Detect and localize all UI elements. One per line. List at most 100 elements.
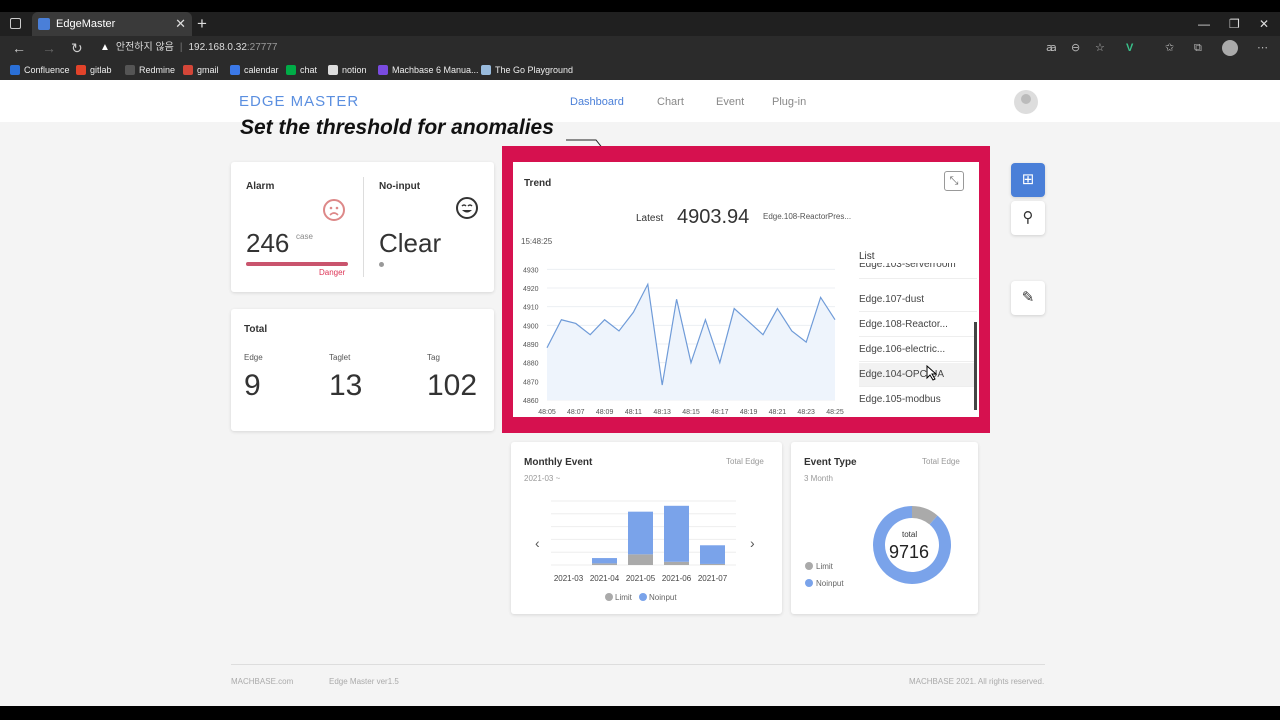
minimize-icon[interactable]: — xyxy=(1198,12,1210,36)
trend-chart[interactable]: 4930 4920 4910 4900 4890 4880 4870 4860 48:05 48:… xyxy=(513,252,853,417)
url-separator: | xyxy=(179,42,183,53)
footer-site[interactable]: MACHBASE.com xyxy=(231,677,293,686)
list-item[interactable]: Edge.106-electric... xyxy=(859,338,977,362)
minimize-chart-icon[interactable]: ⤡ xyxy=(944,171,964,191)
legend-limit-dot xyxy=(805,562,813,570)
url-field[interactable]: ▲ 안전하지 않음 | 192.168.0.32:27777 xyxy=(100,38,1110,58)
x-tick-label: 48:09 xyxy=(596,409,614,416)
sitemap-icon: ⊞ xyxy=(1021,171,1035,188)
gitlab-icon xyxy=(76,65,86,75)
browser-tab-bar: EdgeMaster ✕ + — ❐ ✕ xyxy=(0,12,1280,36)
nav-plugin[interactable]: Plug-in xyxy=(772,96,806,108)
close-tab-icon[interactable]: ✕ xyxy=(175,12,186,36)
profile-icon[interactable] xyxy=(1222,40,1238,56)
x-tick-label: 48:23 xyxy=(797,409,815,416)
footer-version: Edge Master ver1.5 xyxy=(329,677,399,686)
favorites-icon[interactable]: ✩ xyxy=(1165,36,1174,60)
list-item[interactable]: Edge.105-modbus xyxy=(859,388,977,412)
bookmark-machbase[interactable]: Machbase 6 Manua... xyxy=(378,60,479,80)
back-icon[interactable]: ← xyxy=(12,36,26,60)
zoom-icon[interactable]: ⊖ xyxy=(1071,36,1080,60)
refresh-icon[interactable]: ↻ xyxy=(71,36,83,60)
restore-icon[interactable]: ❐ xyxy=(1229,12,1240,36)
tab-title: EdgeMaster xyxy=(56,18,116,30)
prev-icon[interactable]: ‹ xyxy=(535,535,540,551)
list-item[interactable]: Edge.103-serverroom xyxy=(859,263,977,279)
monthly-right-label: Total Edge xyxy=(726,457,764,466)
x-tick-label: 48:25 xyxy=(826,409,844,416)
total-taglet-value: 13 xyxy=(329,369,363,402)
bar-limit xyxy=(628,554,653,565)
favicon-icon xyxy=(38,18,50,30)
alarm-progress-track xyxy=(246,262,348,266)
x-tick-label: 48:21 xyxy=(769,409,787,416)
bookmark-chat[interactable]: chat xyxy=(286,60,317,80)
browser-tab[interactable]: EdgeMaster ✕ xyxy=(32,12,192,36)
legend-noinput: Noinput xyxy=(816,579,844,588)
x-category-label: 2021-07 xyxy=(698,574,728,583)
app-logo[interactable]: EDGE MASTER xyxy=(239,93,359,110)
monthly-title: Monthly Event xyxy=(524,457,593,468)
x-tick-label: 48:15 xyxy=(682,409,700,416)
total-edge-label: Edge xyxy=(244,353,263,362)
calendar-icon xyxy=(230,65,240,75)
bar-noinput xyxy=(700,545,725,564)
x-category-label: 2021-03 xyxy=(554,574,584,583)
favorite-add-icon[interactable]: ☆ xyxy=(1095,36,1105,60)
bar-noinput xyxy=(592,558,617,564)
url-host: 192.168.0.32 xyxy=(188,42,247,53)
location-button[interactable]: ⚲ xyxy=(1011,201,1045,235)
list-item[interactable]: Edge.104-OPC-UA xyxy=(859,363,977,387)
next-icon[interactable]: › xyxy=(750,535,755,551)
legend-noinput-dot xyxy=(639,593,647,601)
bookmark-confluence[interactable]: Confluence xyxy=(10,60,70,80)
legend-noinput-dot xyxy=(805,579,813,587)
topology-button[interactable]: ⊞ xyxy=(1011,163,1045,197)
x-category-label: 2021-04 xyxy=(590,574,620,583)
bookmark-redmine[interactable]: Redmine xyxy=(125,60,175,80)
bookmark-gitlab[interactable]: gitlab xyxy=(76,60,112,80)
more-icon[interactable]: ⋯ xyxy=(1257,36,1268,60)
tab-actions-icon[interactable] xyxy=(10,18,21,29)
smile-face-icon xyxy=(456,197,478,219)
legend-noinput: Noinput xyxy=(649,593,677,602)
add-edit-icon: ✎ xyxy=(1021,289,1035,306)
list-item[interactable]: Edge.108-Reactor... xyxy=(859,313,977,337)
security-warning: 안전하지 않음 xyxy=(115,42,174,53)
bar-limit xyxy=(664,561,689,565)
list-item[interactable]: Edge.107-dust xyxy=(859,288,977,312)
forward-icon[interactable]: → xyxy=(42,36,56,60)
url-port: :27777 xyxy=(246,42,278,53)
bookmark-go-playground[interactable]: The Go Playground xyxy=(481,60,573,80)
event-type-card: Event Type 3 Month Total Edge total 9716… xyxy=(791,442,978,614)
close-window-icon[interactable]: ✕ xyxy=(1259,12,1269,36)
vue-extension-icon[interactable]: V xyxy=(1126,36,1133,60)
user-avatar[interactable] xyxy=(1014,90,1038,114)
list-title: List xyxy=(859,251,875,262)
map-pin-icon: ⚲ xyxy=(1022,209,1034,226)
nav-dashboard[interactable]: Dashboard xyxy=(570,96,624,108)
monthly-chart: 2021-03 2021-04 2021-05 2021-06 2021-07 xyxy=(551,500,736,583)
bottom-black-bar xyxy=(0,706,1280,720)
y-tick-label: 4890 xyxy=(523,342,539,349)
total-title: Total xyxy=(244,324,268,335)
read-aloud-icon[interactable]: ꜳ xyxy=(1046,36,1057,60)
warning-icon: ▲ xyxy=(100,42,110,53)
x-tick-label: 48:19 xyxy=(740,409,758,416)
nav-chart[interactable]: Chart xyxy=(657,96,684,108)
sad-face-glyph xyxy=(329,206,339,216)
collections-icon[interactable]: ⧉ xyxy=(1194,36,1202,60)
bookmark-notion[interactable]: notion xyxy=(328,60,367,80)
total-edge-value: 9 xyxy=(244,369,261,402)
y-tick-label: 4910 xyxy=(523,305,539,312)
tag-list-panel[interactable]: List Edge.103-serverroom Edge.107-dust E… xyxy=(852,248,977,410)
bookmark-calendar[interactable]: calendar xyxy=(230,60,279,80)
add-edit-button[interactable]: ✎ xyxy=(1011,281,1045,315)
total-tag-value: 102 xyxy=(427,369,478,402)
list-scrollbar[interactable] xyxy=(974,322,977,410)
nav-event[interactable]: Event xyxy=(716,96,744,108)
bookmark-gmail[interactable]: gmail xyxy=(183,60,219,80)
new-tab-icon[interactable]: + xyxy=(197,12,207,36)
alarm-status: Danger xyxy=(319,268,346,277)
sad-face-icon xyxy=(323,199,345,221)
